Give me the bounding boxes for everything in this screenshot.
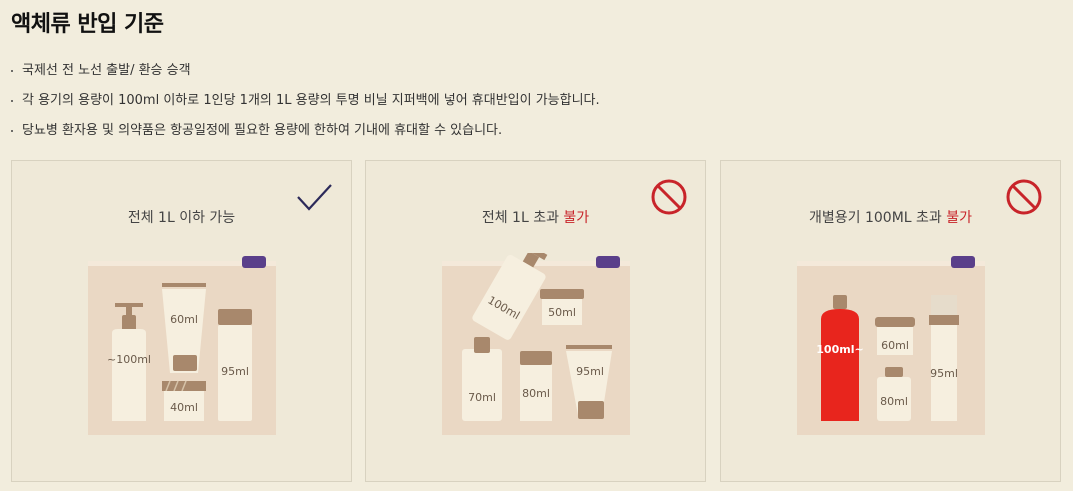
liquids-bag-illustration: ~100ml 60ml 40ml 95ml — [88, 256, 276, 435]
card-title: 전체 1L 초과 불가 — [366, 207, 705, 227]
card-title-warn: 불가 — [563, 210, 590, 226]
card-title-text: 전체 1L 이하 가능 — [127, 210, 236, 226]
label-tub: 80ml — [522, 387, 550, 400]
label-bottle: 70ml — [468, 391, 496, 404]
card-title-text: 개별용기 100ML 초과 — [809, 210, 947, 226]
label-tube: 95ml — [576, 365, 604, 378]
card-title-warn: 불가 — [946, 210, 972, 226]
rule-item: 국제선 전 노선 출발/ 환승 승객 — [11, 60, 600, 90]
card-title: 개별용기 100ML 초과 불가 — [721, 207, 1060, 227]
card-allowed-1l: 전체 1L 이하 가능 ~100ml 60ml 40ml 95ml — [11, 160, 352, 482]
liquids-bag-illustration: 100ml~ 60ml 80ml 95ml — [797, 256, 985, 435]
card-title-text: 전체 1L 초과 — [481, 210, 564, 226]
label-tube: 60ml — [170, 313, 198, 326]
card-over-1l: 전체 1L 초과 불가 100ml 50ml 70ml 80ml 95ml — [365, 160, 706, 482]
rule-item: 당뇨병 환자용 및 의약품은 항공일정에 필요한 용량에 한하여 기내에 휴대할… — [11, 120, 600, 150]
label-small: 40ml — [170, 401, 198, 414]
liquids-bag-illustration: 100ml 50ml 70ml 80ml 95ml — [442, 253, 630, 435]
page-title: 액체류 반입 기준 — [11, 12, 164, 37]
label-tub: 60ml — [881, 339, 909, 352]
label-bottle: ~100ml — [107, 353, 151, 366]
rule-item: 각 용기의 용량이 100ml 이하로 1인당 1개의 1L 용량의 투명 비닐… — [11, 90, 600, 120]
rules-list: 국제선 전 노선 출발/ 환승 승객 각 용기의 용량이 100ml 이하로 1… — [11, 60, 600, 150]
label-red-bottle: 100ml~ — [816, 343, 863, 356]
card-title: 전체 1L 이하 가능 — [12, 207, 351, 227]
label-tall: 95ml — [930, 367, 958, 380]
label-jar: 50ml — [548, 306, 576, 319]
label-jar: 95ml — [221, 365, 249, 378]
card-over-100ml: 개별용기 100ML 초과 불가 100ml~ 60ml 80ml 95ml — [720, 160, 1061, 482]
label-small: 80ml — [880, 395, 908, 408]
